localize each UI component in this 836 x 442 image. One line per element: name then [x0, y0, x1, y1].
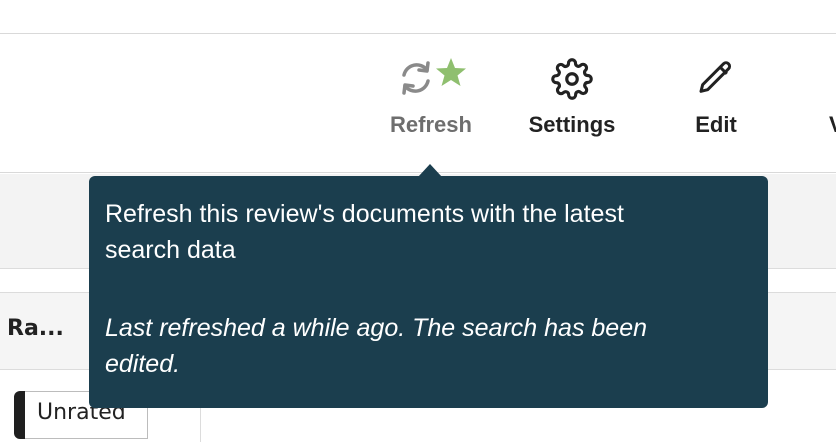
view-button[interactable]: V — [829, 58, 836, 138]
refresh-icon — [396, 58, 436, 102]
refresh-button[interactable]: Refresh — [383, 58, 479, 138]
settings-label: Settings — [528, 112, 616, 137]
tooltip-description: Refresh this review's documents with the… — [105, 200, 624, 264]
star-icon — [435, 56, 467, 92]
refresh-tooltip: Refresh this review's documents with the… — [89, 176, 768, 408]
badge-color-bar — [14, 391, 25, 439]
column-header-rating[interactable]: Ra... — [7, 316, 64, 341]
gear-icon — [551, 58, 593, 104]
tooltip-note: Last refreshed a while ago. The search h… — [105, 314, 648, 378]
settings-button[interactable]: Settings — [522, 58, 622, 138]
refresh-label: Refresh — [390, 112, 472, 137]
edit-button[interactable]: Edit — [680, 58, 752, 138]
top-divider — [0, 33, 836, 34]
edit-label: Edit — [695, 112, 737, 137]
pencil-icon — [696, 58, 736, 102]
view-label-partial: V — [829, 112, 836, 138]
